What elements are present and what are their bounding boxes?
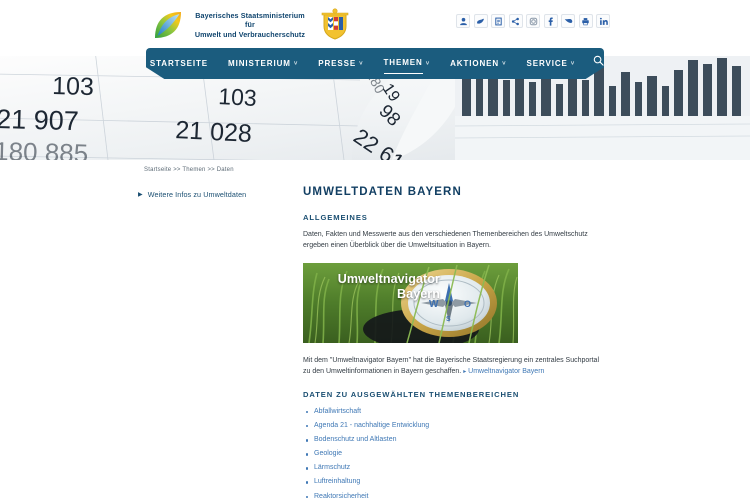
page-root: Bayerisches Staatsministerium für Umwelt… [0,0,750,500]
list-item[interactable]: Agenda 21 - nachhaltige Entwicklung [303,421,603,432]
list-item[interactable]: Abfallwirtschaft [303,407,603,418]
site-logo-group[interactable]: Bayerisches Staatsministerium für Umwelt… [152,8,350,42]
ministry-name-line2: Umwelt und Verbraucherschutz [194,29,306,39]
search-button[interactable] [585,54,604,74]
topic-link[interactable]: Agenda 21 - nachhaltige Entwicklung [314,422,429,429]
main-navigation: STARTSEITE MINISTERIUM ˅ PRESSE ˅ THEMEN… [0,48,750,82]
twitter-icon[interactable] [561,14,575,28]
svg-text:S: S [446,316,451,323]
list-item[interactable]: Bodenschutz und Altlasten [303,435,603,446]
topic-link[interactable]: Geologie [314,450,342,457]
search-icon [593,54,604,74]
linkedin-icon[interactable] [596,14,610,28]
content-area: Startseite >> Themen >> Daten ▶ Weitere … [0,160,750,500]
user-icon[interactable] [456,14,470,28]
navigator-paragraph: Mit dem "Umweltnavigator Bayern" hat die… [303,355,603,378]
sidebar-item-label: Weitere Infos zu Umweltdaten [147,190,247,199]
topic-link[interactable]: Lärmschutz [314,464,350,471]
sidebar: ▶ Weitere Infos zu Umweltdaten [138,190,288,200]
leaf-logo-icon [152,9,184,41]
nav-item-ministerium[interactable]: MINISTERIUM ˅ [218,54,308,74]
sidebar-item-weitere-infos[interactable]: ▶ Weitere Infos zu Umweltdaten [138,190,288,200]
instagram-icon[interactable] [526,14,540,28]
svg-text:O: O [464,299,471,309]
topic-link[interactable]: Abfallwirtschaft [314,408,361,415]
ministry-name-line1: Bayerisches Staatsministerium für [195,10,305,30]
share-icon[interactable] [508,14,523,28]
list-item[interactable]: Reaktorsicherheit [303,492,603,500]
topics-list: Abfallwirtschaft Agenda 21 - nachhaltige… [303,407,603,500]
svg-text:21 907: 21 907 [0,104,79,136]
chevron-down-icon: ˅ [293,60,299,67]
navigation-bar: STARTSEITE MINISTERIUM ˅ PRESSE ˅ THEMEN… [146,48,604,79]
triangle-right-icon: ▶ [138,192,143,198]
list-item[interactable]: Luftreinhaltung [303,477,603,488]
print-icon[interactable] [578,14,593,28]
topic-link[interactable]: Reaktorsicherheit [314,493,368,500]
nav-label: STARTSEITE [149,58,209,68]
list-item[interactable]: Geologie [303,449,603,460]
svg-text:103: 103 [218,83,258,111]
list-item[interactable]: Lärmschutz [303,463,603,474]
nav-label: PRESSE [318,58,357,68]
ministry-name: Bayerisches Staatsministerium für Umwelt… [191,11,309,40]
chevron-down-icon: ˅ [502,60,507,67]
intro-paragraph: Daten, Fakten und Messwerte aus den vers… [303,231,588,249]
nav-item-service[interactable]: SERVICE ˅ [516,54,585,74]
image-title-line1: Umweltnavigator [337,272,440,286]
topic-link[interactable]: Bodenschutz und Altlasten [314,436,397,443]
nav-label: THEMEN [383,53,423,74]
chevron-down-icon: ˅ [570,60,576,67]
umweltnavigator-image[interactable]: W O S Umweltnavigator Bayern [303,263,518,343]
nav-label: AKTIONEN [450,58,500,68]
bird-icon[interactable] [473,14,488,28]
facebook-icon[interactable] [543,14,558,28]
site-header: Bayerisches Staatsministerium für Umwelt… [0,0,750,48]
umweltnavigator-link[interactable]: Umweltnavigator Bayern [468,368,544,375]
page-title: UMWELTDATEN BAYERN [303,186,462,198]
bavarian-coat-of-arms-icon [320,8,350,42]
nav-label: MINISTERIUM [228,58,291,68]
chevron-down-icon: ˅ [359,60,364,67]
main-column: UMWELTDATEN BAYERN ALLGEMEINES Daten, Fa… [303,186,603,500]
topic-link[interactable]: Luftreinhaltung [314,478,360,485]
section-heading-themenbereiche: DATEN ZU AUSGEWÄHLTEN THEMENBEREICHEN [303,390,520,399]
section-heading-allgemeines: ALLGEMEINES [303,213,368,222]
nav-item-startseite[interactable]: STARTSEITE [146,54,218,74]
umweltnavigator-image-label: Umweltnavigator Bayern [312,272,440,302]
breadcrumb[interactable]: Startseite >> Themen >> Daten [144,167,234,173]
image-title-line2: Bayern [397,287,440,301]
nav-item-presse[interactable]: PRESSE ˅ [308,54,373,74]
nav-item-themen[interactable]: THEMEN ˅ [374,54,441,74]
arrow-right-icon: ▸ [463,369,467,375]
document-icon[interactable] [491,14,505,28]
social-icon-bar [456,14,610,28]
chevron-down-icon: ˅ [425,60,431,67]
navigator-paragraph-text: Mit dem "Umweltnavigator Bayern" hat die… [303,357,600,375]
svg-text:21 028: 21 028 [175,116,253,148]
nav-label: SERVICE [526,58,568,68]
svg-text:180 885: 180 885 [0,136,89,160]
nav-item-aktionen[interactable]: AKTIONEN ˅ [440,54,516,74]
